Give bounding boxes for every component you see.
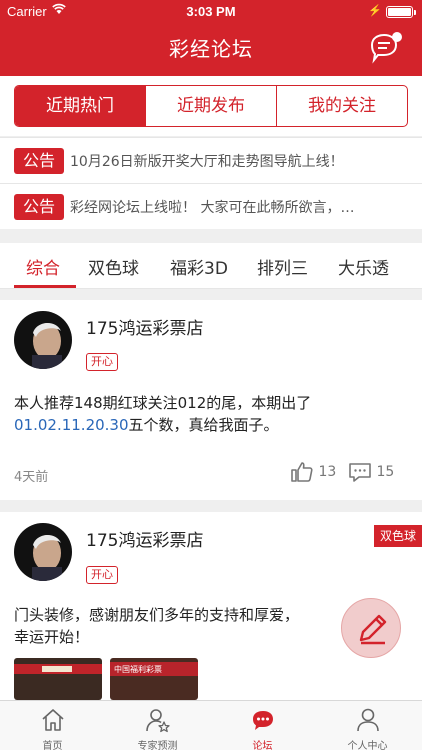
tab-expert[interactable]: 专家预测 — [105, 701, 210, 750]
pencil-icon — [359, 614, 387, 645]
segment-bar: 近期热门 近期发布 我的关注 — [0, 76, 422, 136]
notice-row[interactable]: 公告 彩经网论坛上线啦！ 大家可在此畅所欲言，… — [0, 183, 422, 229]
home-icon — [42, 709, 64, 731]
post-text: 门头装修，感谢朋友们多年的支持和厚爱， — [14, 606, 300, 624]
forum-icon — [253, 711, 273, 730]
post-username[interactable]: 175鸿运彩票店 — [86, 314, 203, 339]
like-count: 13 — [318, 464, 337, 480]
tab-dlt[interactable]: 大乐透 — [338, 254, 389, 279]
post-time: 4天前 — [14, 470, 49, 485]
active-tab-indicator — [14, 285, 76, 288]
notice-text: 彩经网论坛上线啦！ 大家可在此畅所欲言，… — [70, 200, 355, 216]
post-content[interactable]: 门头装修，感谢朋友们多年的支持和厚爱， 幸运开始！ — [14, 604, 344, 648]
bottom-tab-bar: 首页 专家预测 论坛 个人中心 — [0, 700, 422, 750]
segmented-control: 近期热门 近期发布 我的关注 — [14, 85, 408, 127]
compose-button[interactable] — [341, 598, 401, 658]
page-title: 彩经论坛 — [169, 37, 253, 61]
status-time: 3:03 PM — [186, 4, 236, 19]
post-image[interactable]: 中国福利彩票 — [110, 658, 198, 700]
post-text-line2: 01.02.11.20.30五个数，真给我面子。 — [14, 414, 414, 436]
tab-forum[interactable]: 论坛 — [210, 701, 315, 750]
post-username[interactable]: 175鸿运彩票店 — [86, 526, 203, 551]
segment-recent[interactable]: 近期发布 — [146, 86, 277, 126]
category-tag: 双色球 — [374, 525, 422, 547]
tab-fc3d[interactable]: 福彩3D — [170, 254, 228, 279]
app-header: Carrier 3:03 PM ⚡ 彩经论坛 — [0, 0, 422, 76]
charging-icon: ⚡ — [368, 5, 382, 17]
post-text-line2: 幸运开始！ — [14, 628, 90, 646]
expert-icon — [146, 709, 170, 733]
comment-icon — [349, 463, 371, 482]
comment-button[interactable]: 15 — [348, 460, 394, 484]
message-icon[interactable] — [368, 30, 404, 64]
tab-label: 个人中心 — [347, 741, 388, 750]
tab-label: 论坛 — [252, 741, 273, 750]
tab-label: 首页 — [42, 741, 63, 750]
tab-pl3[interactable]: 排列三 — [257, 254, 308, 279]
segment-following[interactable]: 我的关注 — [277, 86, 407, 126]
tab-ssq[interactable]: 双色球 — [88, 254, 139, 279]
notice-row[interactable]: 公告 10月26日新版开奖大厅和走势图导航上线！ — [0, 137, 422, 183]
tab-label: 专家预测 — [137, 741, 178, 750]
notice-tag: 公告 — [14, 148, 64, 174]
tab-profile[interactable]: 个人中心 — [315, 701, 420, 750]
draw-numbers: 01.02.11.20.30 — [14, 416, 129, 434]
notice-text: 10月26日新版开奖大厅和走势图导航上线！ — [70, 154, 344, 170]
mood-badge: 开心 — [86, 566, 118, 584]
mood-badge: 开心 — [86, 353, 118, 371]
post-image[interactable] — [14, 658, 102, 700]
tab-home[interactable]: 首页 — [0, 701, 105, 750]
category-tabs: 综合 双色球 福彩3D 排列三 大乐透 — [0, 243, 422, 289]
post-text-tail: 五个数，真给我面子。 — [128, 416, 279, 434]
notice-tag: 公告 — [14, 194, 64, 220]
thumbs-up-icon — [291, 462, 313, 482]
tab-all[interactable]: 综合 — [26, 254, 60, 279]
comment-count: 15 — [376, 464, 395, 480]
image-sign-text: 中国福利彩票 — [114, 665, 162, 674]
like-button[interactable]: 13 — [290, 460, 336, 484]
post-card[interactable]: 175鸿运彩票店 开心 本人推荐148期红球关注012的尾，本期出了 01.02… — [0, 300, 422, 500]
battery-icon — [386, 6, 416, 18]
avatar[interactable] — [14, 523, 72, 581]
post-text: 本人推荐148期红球关注012的尾，本期出了 — [14, 394, 312, 412]
person-icon — [357, 708, 379, 732]
post-content[interactable]: 本人推荐148期红球关注012的尾，本期出了 01.02.11.20.30五个数… — [14, 392, 414, 436]
segment-hot[interactable]: 近期热门 — [15, 86, 146, 126]
status-bar: Carrier 3:03 PM ⚡ — [0, 0, 422, 22]
avatar[interactable] — [14, 311, 72, 369]
